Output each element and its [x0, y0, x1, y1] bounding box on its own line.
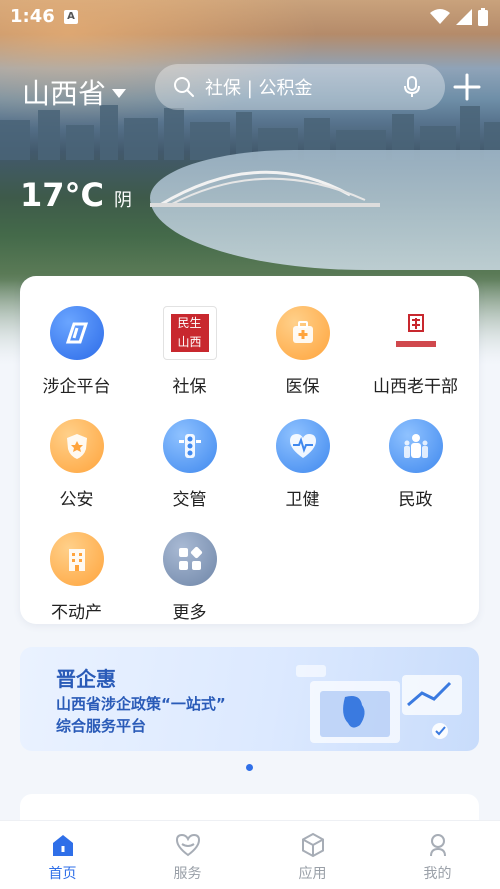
carousel-indicator-dot: [246, 764, 253, 771]
search-bar[interactable]: 社保 | 公积金: [155, 64, 445, 110]
home-icon: [52, 835, 73, 856]
weather-widget: 17°C 阴: [20, 176, 132, 214]
temperature: 17°C: [20, 176, 105, 214]
region-selector[interactable]: 山西省: [22, 72, 127, 112]
heart-hand-icon: [175, 833, 200, 857]
tab-services[interactable]: 服务: [125, 821, 250, 889]
region-label: 山西省: [22, 77, 107, 110]
weather-condition: 阴: [114, 190, 133, 211]
person-icon: [429, 834, 446, 857]
caret-down-icon: [112, 88, 127, 98]
people-icon: [388, 419, 443, 473]
service-label: 公安: [59, 490, 94, 510]
service-social-security[interactable]: 民生 山西 社保: [133, 306, 246, 397]
system-icons: [430, 8, 488, 26]
service-label: 卫健: [285, 490, 320, 510]
search-placeholder: 社保 | 公积金: [205, 78, 313, 99]
tab-label: 服务: [173, 866, 202, 882]
service-label: 涉企平台: [42, 377, 111, 397]
tab-label: 应用: [298, 866, 327, 882]
building-icon: [49, 532, 104, 586]
banner-illustration: [296, 665, 462, 743]
microphone-icon[interactable]: [401, 76, 423, 98]
signal-icon: [456, 9, 472, 25]
service-label: 交管: [172, 490, 207, 510]
service-public-security[interactable]: 公安: [20, 419, 133, 510]
wifi-icon: [430, 9, 450, 24]
services-card: 涉企平台 民生 山西 社保 医保 山西老干部 公安 交管 卫健 民政 不动产 更…: [20, 276, 479, 624]
tab-label: 我的: [423, 866, 452, 882]
service-label: 社保: [172, 377, 207, 397]
tab-label: 首页: [48, 866, 77, 882]
service-veteran-cadre[interactable]: 山西老干部: [359, 306, 472, 397]
heartbeat-icon: [275, 419, 330, 473]
service-health[interactable]: 卫健: [246, 419, 359, 510]
service-label: 医保: [285, 377, 320, 397]
cube-icon: [301, 832, 324, 858]
services-grid: 涉企平台 民生 山西 社保 医保 山西老干部 公安 交管 卫健 民政 不动产 更…: [20, 306, 479, 623]
battery-icon: [478, 8, 488, 26]
notification-a-icon: A: [64, 10, 78, 24]
search-icon: [174, 77, 194, 97]
banner-subtitle-line2: 综合服务平台: [56, 717, 147, 735]
service-civil-affairs[interactable]: 民政: [359, 419, 472, 510]
veteran-cadre-logo-icon: [388, 306, 443, 360]
bridge-graphic: [150, 170, 380, 207]
service-real-estate[interactable]: 不动产: [20, 532, 133, 623]
medical-kit-icon: [275, 306, 330, 360]
traffic-light-icon: [162, 419, 217, 473]
status-bar: 1:46 A: [0, 0, 500, 34]
status-time: 1:46: [10, 6, 55, 27]
banner-title: 晋企惠: [56, 667, 116, 691]
tab-apps[interactable]: 应用: [250, 821, 375, 889]
service-label: 山西老干部: [373, 377, 458, 397]
bottom-tab-bar: 首页 服务 应用 我的: [0, 820, 500, 889]
service-medical-insurance[interactable]: 医保: [246, 306, 359, 397]
police-badge-icon: [49, 419, 104, 473]
tab-profile[interactable]: 我的: [375, 821, 500, 889]
add-plus-icon[interactable]: [452, 72, 482, 102]
service-traffic-management[interactable]: 交管: [133, 419, 246, 510]
banner-subtitle-line1: 山西省涉企政策“一站式”: [56, 695, 226, 713]
more-apps-icon: [162, 532, 217, 586]
tab-home[interactable]: 首页: [0, 821, 125, 889]
service-label: 不动产: [51, 603, 102, 623]
social-security-seal-icon: 民生 山西: [162, 306, 217, 360]
service-more[interactable]: 更多: [133, 532, 246, 623]
service-label: 民政: [398, 490, 433, 510]
service-business-platform[interactable]: 涉企平台: [20, 306, 133, 397]
promo-banner[interactable]: 晋企惠 山西省涉企政策“一站式” 综合服务平台: [20, 647, 479, 751]
business-platform-icon: [49, 306, 104, 360]
service-label: 更多: [172, 603, 207, 623]
